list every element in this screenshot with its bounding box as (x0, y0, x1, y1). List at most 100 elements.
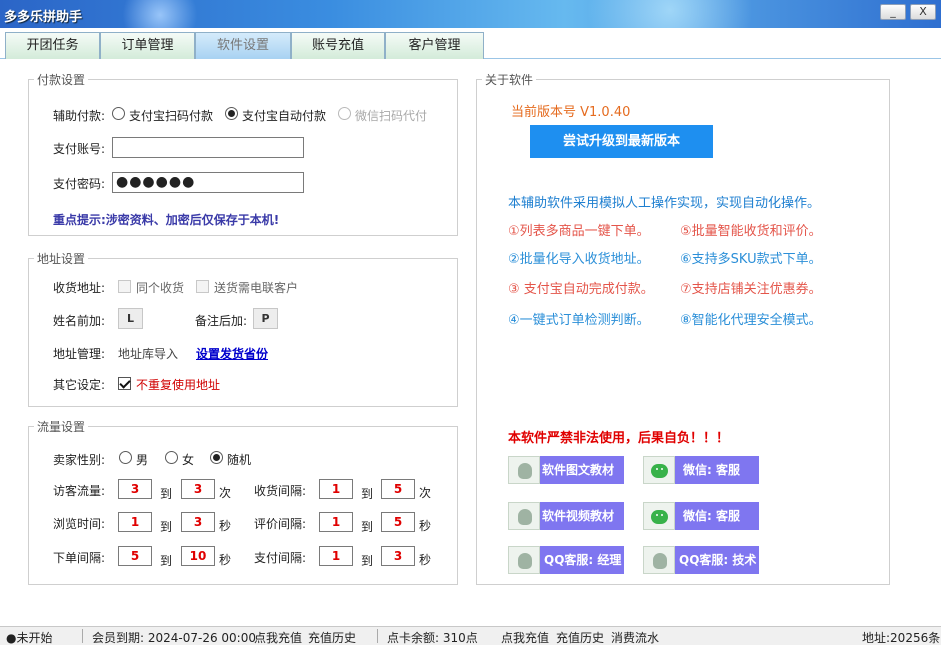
radio-male[interactable] (119, 451, 132, 464)
radio-wechat-scan[interactable] (338, 107, 351, 120)
order-min-input[interactable]: 5 (118, 546, 152, 566)
browse-time-label: 浏览时间: (53, 517, 106, 531)
times-unit: 次 (419, 486, 432, 500)
to-label: 到 (160, 554, 173, 568)
visitor-label: 访客流量: (53, 484, 106, 498)
tab-order-manage[interactable]: 订单管理 (100, 32, 195, 59)
feature-8: ⑧智能化代理安全模式。 (680, 313, 822, 328)
option-alipay-scan[interactable]: 支付宝扫码付款 (129, 107, 213, 124)
tab-account-recharge[interactable]: 账号充值 (291, 32, 385, 59)
to-label: 到 (361, 520, 374, 534)
app-window: 多多乐拼助手 _ X 开团任务 订单管理 软件设置 账号充值 客户管理 付款设置… (0, 0, 941, 645)
pay-min-input[interactable]: 1 (319, 546, 353, 566)
account-label: 支付账号: (53, 142, 106, 156)
wechat-icon (643, 456, 675, 484)
tutorial-text-button[interactable]: 软件图文教材 (508, 456, 624, 484)
radio-female[interactable] (165, 451, 178, 464)
no-repeat-checkbox[interactable] (118, 377, 131, 390)
feature-2: ②批量化导入收货地址。 (508, 252, 650, 267)
tutorial-video-button[interactable]: 软件视频教材 (508, 502, 624, 530)
address-count: 地址:20256条 (862, 631, 941, 645)
qq-icon (508, 456, 540, 484)
close-button[interactable]: X (910, 4, 936, 20)
minimize-button[interactable]: _ (880, 4, 906, 20)
address-import-link[interactable]: 地址库导入 (118, 345, 178, 362)
times-unit: 次 (219, 486, 232, 500)
seconds-unit: 秒 (419, 519, 432, 533)
payment-settings-group: 付款设置 辅助付款: 支付宝扫码付款 支付宝自动付款 微信扫码代付 支付账号: … (28, 71, 458, 236)
qq-icon (508, 502, 540, 530)
remark-suffix-key[interactable]: P (253, 308, 278, 329)
option-alipay-auto[interactable]: 支付宝自动付款 (242, 107, 326, 124)
radio-alipay-scan[interactable] (112, 107, 125, 120)
points-balance: 点卡余额: 310点 (387, 631, 478, 645)
name-prefix-key[interactable]: L (118, 308, 143, 329)
review-min-input[interactable]: 1 (319, 512, 353, 532)
feature-4: ④一键式订单检测判断。 (508, 313, 650, 328)
consume-log-link[interactable]: 消费流水 (611, 629, 659, 645)
order-interval-label: 下单间隔: (53, 551, 106, 565)
security-tip: 重点提示:涉密资料、加密后仅保存于本机! (53, 213, 280, 227)
password-input[interactable]: ●●●●●● (112, 172, 304, 193)
gender-male[interactable]: 男 (136, 451, 148, 468)
browse-min-input[interactable]: 1 (118, 512, 152, 532)
qq-tech-button[interactable]: QQ客服: 技术 (643, 546, 759, 574)
address-settings-group: 地址设置 收货地址: 同个收货 送货需电联客户 姓名前加: L 备注后加: P … (28, 250, 458, 407)
traffic-group-title: 流量设置 (34, 418, 89, 435)
address-manage-label: 地址管理: (53, 347, 106, 361)
feature-7: ⑦支持店铺关注优惠券。 (680, 282, 822, 297)
wechat-icon (643, 502, 675, 530)
intro-text: 本辅助软件采用模拟人工操作实现，实现自动化操作。 (508, 196, 821, 211)
about-software-group: 关于软件 当前版本号 V1.0.40 尝试升级到最新版本 本辅助软件采用模拟人工… (476, 71, 890, 585)
tab-bar: 开团任务 订单管理 软件设置 账号充值 客户管理 (0, 28, 941, 59)
review-max-input[interactable]: 5 (381, 512, 415, 532)
telecom-checkbox[interactable] (196, 280, 209, 293)
wechat-service-button-2[interactable]: 微信: 客服 (643, 502, 759, 530)
recharge-link[interactable]: 点我充值 (254, 629, 302, 645)
order-max-input[interactable]: 10 (181, 546, 215, 566)
run-state: ●未开始 (6, 631, 53, 645)
gender-random[interactable]: 随机 (227, 451, 251, 468)
tab-software-settings[interactable]: 软件设置 (195, 32, 291, 59)
gender-female[interactable]: 女 (182, 451, 194, 468)
tab-team-task[interactable]: 开团任务 (5, 32, 100, 59)
telecom-text[interactable]: 送货需电联客户 (214, 279, 298, 296)
gender-label: 卖家性别: (53, 453, 106, 467)
same-receive-checkbox[interactable] (118, 280, 131, 293)
qq-manager-button[interactable]: QQ客服: 经理 (508, 546, 624, 574)
option-wechat-scan[interactable]: 微信扫码代付 (355, 107, 427, 124)
visitor-min-input[interactable]: 3 (118, 479, 152, 499)
traffic-settings-group: 流量设置 卖家性别: 男 女 随机 访客流量: 3 到 3 次 收货间隔: 1 … (28, 418, 458, 585)
seconds-unit: 秒 (219, 553, 232, 567)
radio-alipay-auto[interactable] (225, 107, 238, 120)
to-label: 到 (160, 520, 173, 534)
wechat-service-button-1[interactable]: 微信: 客服 (643, 456, 759, 484)
receipt-max-input[interactable]: 5 (381, 479, 415, 499)
same-receive-text[interactable]: 同个收货 (136, 279, 184, 296)
recharge-history-link[interactable]: 充值历史 (308, 629, 356, 645)
version-label: 当前版本号 V1.0.40 (511, 105, 631, 120)
upgrade-button[interactable]: 尝试升级到最新版本 (530, 125, 713, 158)
recharge-history-link-2[interactable]: 充值历史 (556, 629, 604, 645)
review-interval-label: 评价间隔: (254, 517, 307, 531)
to-label: 到 (361, 554, 374, 568)
window-title: 多多乐拼助手 (4, 10, 83, 25)
to-label: 到 (361, 487, 374, 501)
feature-1: ①列表多商品一键下单。 (508, 224, 650, 239)
pay-max-input[interactable]: 3 (381, 546, 415, 566)
assist-pay-label: 辅助付款: (53, 109, 106, 123)
account-input[interactable] (112, 137, 304, 158)
visitor-max-input[interactable]: 3 (181, 479, 215, 499)
password-label: 支付密码: (53, 177, 106, 191)
set-province-link[interactable]: 设置发货省份 (196, 345, 268, 362)
name-prefix-label: 姓名前加: (53, 314, 106, 328)
tab-customer-manage[interactable]: 客户管理 (385, 32, 484, 59)
recharge-link-2[interactable]: 点我充值 (501, 629, 549, 645)
qq-icon (508, 546, 540, 574)
radio-random[interactable] (210, 451, 223, 464)
no-repeat-text[interactable]: 不重复使用地址 (136, 376, 220, 393)
feature-3: ③ 支付宝自动完成付款。 (508, 282, 654, 297)
title-bar: 多多乐拼助手 _ X (0, 0, 941, 28)
receipt-min-input[interactable]: 1 (319, 479, 353, 499)
browse-max-input[interactable]: 3 (181, 512, 215, 532)
